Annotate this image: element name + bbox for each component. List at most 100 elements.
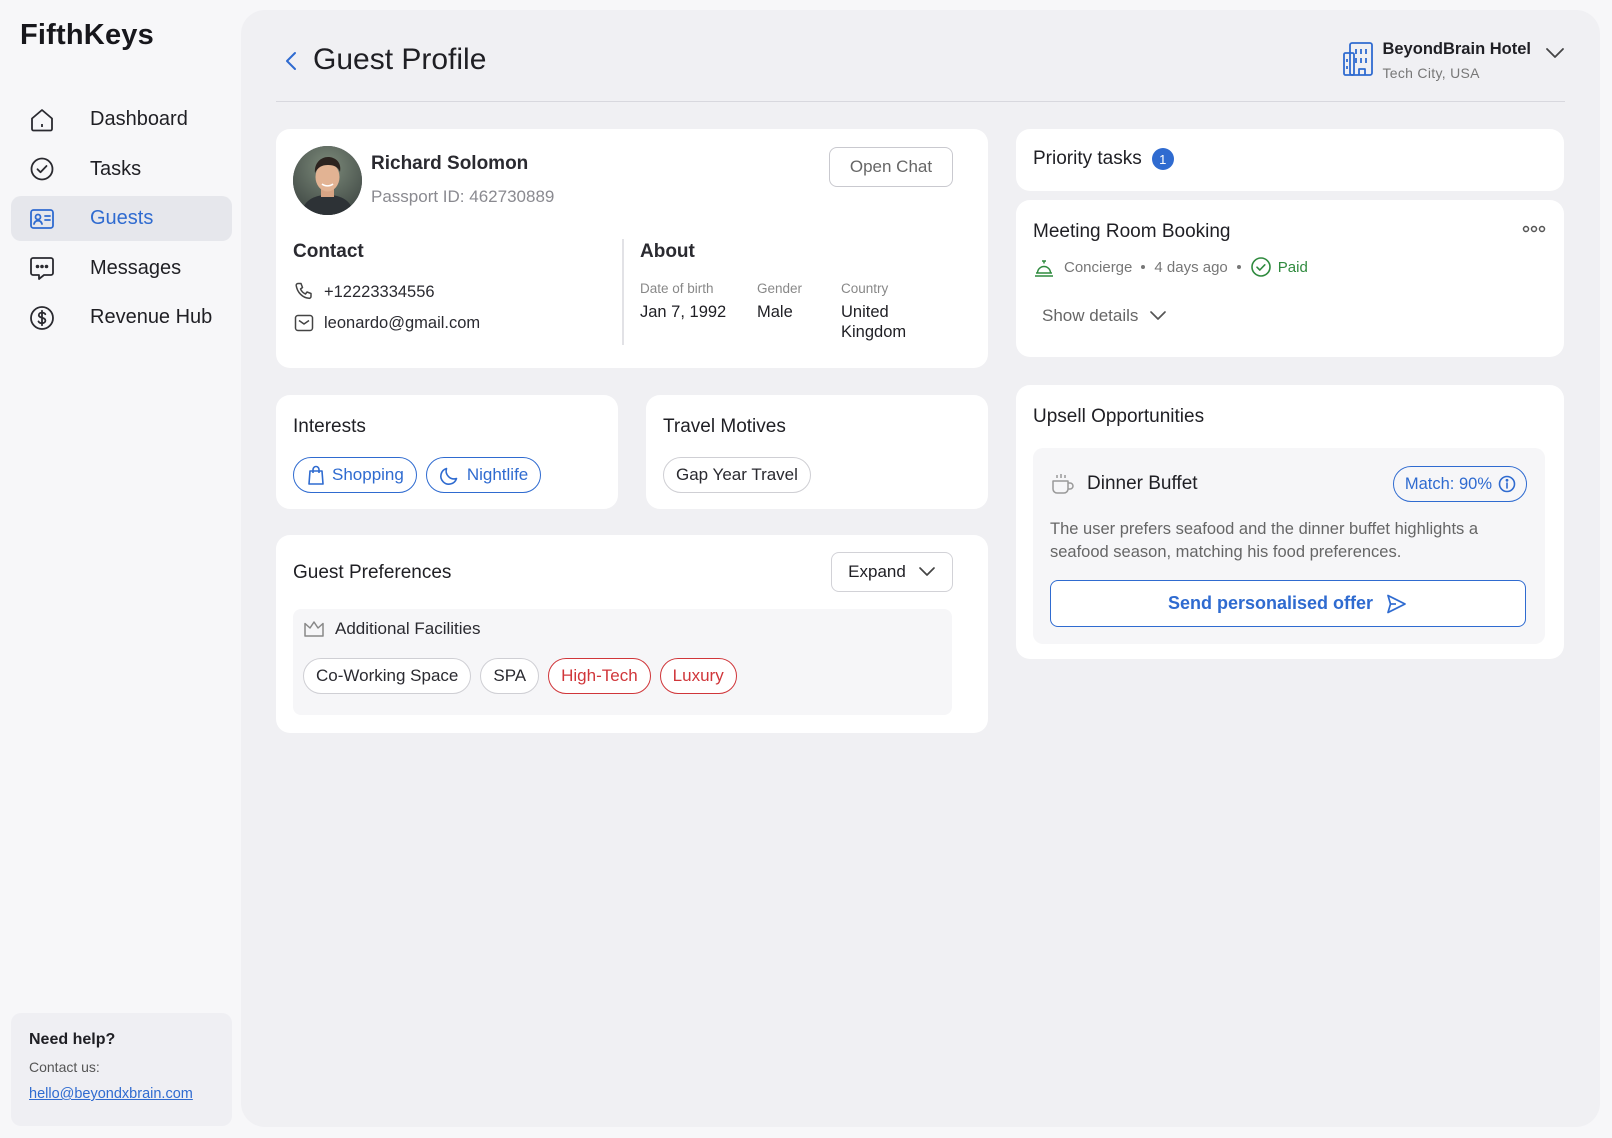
avatar [293, 146, 362, 215]
sidebar-nav: Dashboard Tasks Guests Messages Revenue … [11, 97, 232, 345]
preference-tag[interactable]: Luxury [659, 658, 737, 694]
sidebar-item-label: Revenue Hub [90, 306, 213, 328]
guest-profile-card: Richard Solomon Passport ID: 462730889 O… [276, 129, 988, 368]
mail-icon [293, 312, 315, 334]
gender-label: Gender [757, 281, 803, 296]
country-label: Country [841, 281, 889, 296]
task-status: Paid [1277, 258, 1308, 276]
upsell-description: The user prefers seafood and the dinner … [1050, 520, 1479, 561]
sidebar-item-guests[interactable]: Guests [11, 196, 232, 241]
phone-icon [293, 281, 315, 303]
hotel-selector[interactable]: BeyondBrain Hotel Tech City, USA [1342, 40, 1565, 82]
home-icon [28, 106, 56, 134]
shopping-bag-icon [306, 464, 326, 486]
preference-group-title: Additional Facilities [335, 619, 481, 638]
id-card-icon [28, 205, 56, 233]
check-circle-icon [1250, 256, 1272, 278]
preference-tag[interactable]: SPA [480, 658, 540, 694]
sidebar-item-label: Tasks [90, 157, 142, 180]
task-time: 4 days ago [1154, 258, 1228, 276]
building-icon [1342, 41, 1374, 82]
send-offer-button[interactable]: Send personalised offer [1050, 580, 1526, 627]
upsell-item: Dinner Buffet Match: 90% The user prefer… [1033, 448, 1545, 644]
passport-id: Passport ID: 462730889 [371, 187, 555, 206]
help-email-link[interactable]: hello@beyondxbrain.com [29, 1086, 214, 1102]
upsell-item-title: Dinner Buffet [1087, 473, 1198, 494]
contact-phone[interactable]: +12223334556 [293, 281, 435, 303]
chat-bubble-icon [28, 254, 56, 282]
chevron-down-icon [1149, 310, 1167, 322]
main-panel: Guest Profile BeyondBrain Hotel Tech Cit… [241, 10, 1600, 1127]
concierge-bell-icon [1033, 256, 1055, 278]
match-value: Match: 90% [1404, 474, 1492, 493]
separator-dot [1236, 265, 1241, 269]
more-options-icon[interactable] [1522, 224, 1546, 234]
open-chat-button[interactable]: Open Chat [829, 147, 953, 187]
travel-motive-chip[interactable]: Gap Year Travel [663, 457, 811, 493]
sidebar-item-tasks[interactable]: Tasks [11, 147, 232, 192]
email-value: leonardo@gmail.com [324, 313, 481, 332]
sidebar: FifthKeys Dashboard Tasks Guests Message… [0, 0, 240, 1138]
dob-value: Jan 7, 1992 [640, 303, 727, 321]
coffee-cup-icon [1050, 472, 1076, 496]
hotel-location: Tech City, USA [1382, 65, 1480, 81]
show-details-toggle[interactable]: Show details [1042, 306, 1167, 326]
chevron-down-icon [918, 566, 936, 578]
task-card: Meeting Room Booking Concierge 4 days ag… [1016, 200, 1564, 357]
task-meta: Concierge 4 days ago Paid [1033, 256, 1308, 278]
dob-label: Date of birth [640, 281, 714, 296]
interest-chip[interactable]: Shopping [293, 457, 417, 493]
crown-icon [303, 619, 325, 639]
travel-motives-list: Gap Year Travel [663, 457, 820, 493]
priority-count-badge: 1 [1151, 148, 1174, 170]
upsell-card: Upsell Opportunities Dinner Buffet Match… [1016, 385, 1564, 659]
interests-card: Interests Shopping Nightlife [276, 395, 618, 509]
help-box: Need help? Contact us: hello@beyondxbrai… [11, 1013, 232, 1126]
contact-email[interactable]: leonardo@gmail.com [293, 312, 480, 334]
interest-label: Shopping [332, 465, 404, 484]
sidebar-item-label: Guests [90, 207, 154, 229]
sidebar-item-dashboard[interactable]: Dashboard [11, 97, 232, 142]
expand-label: Expand [848, 562, 906, 581]
priority-tasks-title: Priority tasks [1033, 148, 1142, 169]
sidebar-item-messages[interactable]: Messages [11, 246, 232, 291]
gender-value: Male [757, 303, 793, 321]
preferences-title: Guest Preferences [293, 562, 452, 583]
dollar-circle-icon [28, 304, 56, 332]
guest-preferences-card: Guest Preferences Expand Additional Faci… [276, 535, 988, 733]
chevron-left-icon [286, 52, 296, 70]
preference-tag[interactable]: Co-Working Space [303, 658, 472, 694]
task-title: Meeting Room Booking [1033, 221, 1231, 242]
section-divider [622, 239, 624, 345]
help-subtitle: Contact us: [29, 1059, 100, 1075]
guest-name: Richard Solomon [371, 153, 529, 174]
preference-tags: Co-Working Space SPA High-Tech Luxury [303, 658, 746, 694]
page-header: Guest Profile BeyondBrain Hotel Tech Cit… [276, 10, 1565, 102]
preference-group: Additional Facilities Co-Working Space S… [293, 609, 952, 715]
phone-value: +12223334556 [324, 282, 435, 301]
moon-icon [439, 464, 461, 486]
help-title: Need help? [29, 1031, 116, 1048]
check-circle-icon [28, 155, 56, 183]
interests-title: Interests [293, 416, 366, 437]
chevron-down-icon [1545, 46, 1565, 65]
match-badge[interactable]: Match: 90% [1392, 466, 1527, 502]
interest-chip[interactable]: Nightlife [425, 457, 542, 493]
hotel-name: BeyondBrain Hotel [1382, 40, 1531, 58]
app-logo: FifthKeys [20, 19, 154, 51]
back-button[interactable] [280, 47, 304, 75]
page-title: Guest Profile [313, 43, 487, 76]
sidebar-item-label: Dashboard [90, 108, 188, 130]
travel-motives-title: Travel Motives [663, 416, 786, 437]
upsell-title: Upsell Opportunities [1033, 406, 1205, 427]
separator-dot [1141, 265, 1146, 269]
task-department: Concierge [1064, 258, 1133, 276]
info-icon [1498, 475, 1516, 493]
interest-label: Nightlife [466, 465, 529, 484]
expand-button[interactable]: Expand [831, 552, 953, 592]
about-dob: Date of birth Jan 7, 1992 [640, 281, 726, 322]
priority-tasks-card: Priority tasks 1 [1016, 129, 1564, 191]
sidebar-item-label: Messages [90, 256, 182, 279]
preference-tag[interactable]: High-Tech [548, 658, 651, 694]
sidebar-item-revenue-hub[interactable]: Revenue Hub [11, 295, 232, 340]
